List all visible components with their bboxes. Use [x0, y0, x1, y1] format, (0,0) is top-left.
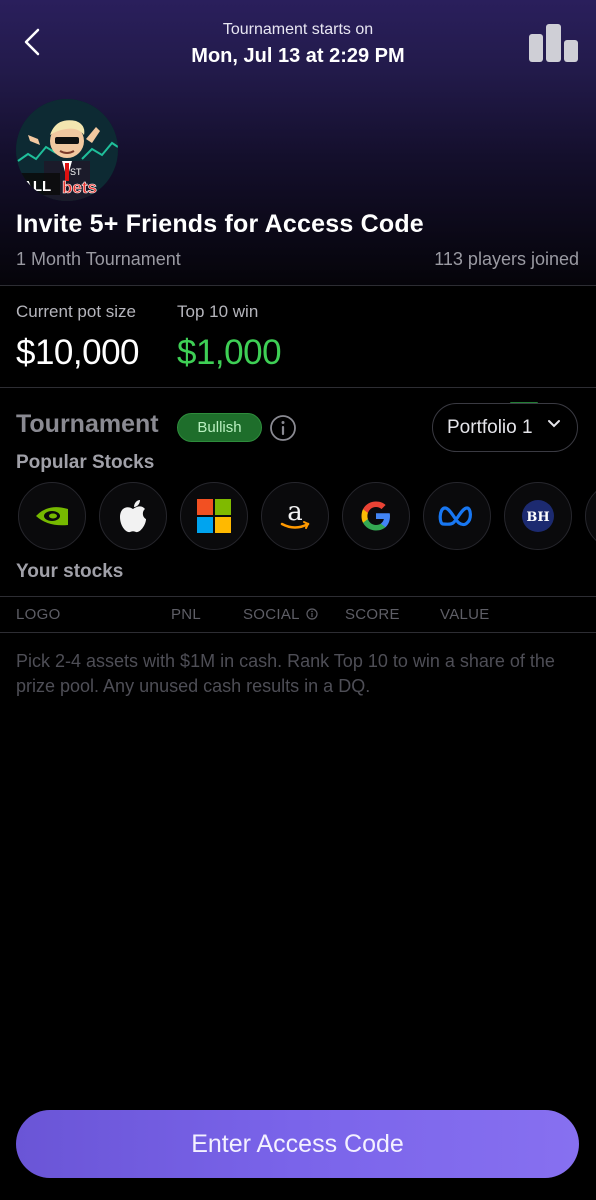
nvidia-logo-icon — [36, 507, 68, 526]
info-icon — [270, 415, 296, 441]
start-date: Mon, Jul 13 at 2:29 PM — [191, 45, 405, 67]
meta-logo-icon — [438, 506, 472, 527]
divider — [0, 596, 596, 597]
stock-nvidia[interactable] — [18, 482, 86, 550]
top-win-label: Top 10 win — [177, 302, 259, 321]
empty-hint: Pick 2-4 assets with $1M in cash. Rank T… — [16, 651, 555, 696]
pot-size-label: Current pot size — [16, 302, 136, 321]
popular-stocks-label: Popular Stocks — [16, 452, 155, 473]
column-logo: LOGO — [16, 606, 61, 623]
portfolio-dropdown[interactable]: Portfolio 1 — [432, 403, 578, 452]
tournament-title: Invite 5+ Friends for Access Code — [16, 210, 424, 238]
leaderboard-button[interactable] — [528, 22, 580, 64]
column-score: SCORE — [345, 606, 400, 623]
microsoft-logo-icon — [197, 499, 231, 533]
column-pnl: PNL — [171, 606, 202, 623]
bar-chart-icon — [529, 24, 578, 62]
popular-stocks-row: a BH — [16, 481, 596, 551]
stock-google[interactable] — [342, 482, 410, 550]
start-label: Tournament starts on — [222, 21, 374, 38]
stock-meta[interactable] — [423, 482, 491, 550]
avatar-sign-text-3: bets — [62, 178, 97, 197]
column-social: SOCIAL — [243, 606, 318, 623]
tournament-avatar: ALL ST bets — [16, 99, 118, 201]
stock-apple[interactable] — [99, 482, 167, 550]
tournament-start-info: Tournament starts on Mon, Jul 13 at 2:29… — [120, 20, 476, 71]
back-button[interactable] — [14, 22, 50, 62]
chevron-left-icon — [24, 28, 40, 56]
your-stocks-label: Your stocks — [16, 561, 124, 582]
info-button[interactable] — [269, 414, 297, 442]
divider — [0, 285, 596, 286]
amazon-logo-icon: a — [280, 498, 310, 529]
players-joined: 113 players joined — [434, 249, 579, 269]
bh-logo-icon: BH — [522, 500, 554, 532]
tournament-duration: 1 Month Tournament — [16, 249, 181, 269]
enter-access-code-button[interactable]: Enter Access Code — [16, 1110, 579, 1178]
info-icon[interactable] — [306, 608, 318, 620]
bh-logo-text: BH — [526, 510, 549, 525]
divider — [0, 632, 596, 633]
column-social-label: SOCIAL — [243, 606, 300, 623]
svg-text:a: a — [287, 498, 303, 527]
avatar-sign-text-2: ST — [70, 167, 82, 177]
sentiment-badge: Bullish — [177, 413, 262, 442]
google-logo-icon — [361, 501, 390, 531]
top-win-value: $1,000 — [177, 333, 282, 372]
column-value: VALUE — [440, 606, 490, 623]
chevron-down-icon — [548, 420, 560, 428]
stock-bh[interactable]: BH — [504, 482, 572, 550]
divider — [0, 387, 596, 388]
pot-size-value: $10,000 — [16, 333, 140, 372]
section-title: Tournament — [16, 410, 159, 438]
stock-microsoft[interactable] — [180, 482, 248, 550]
stock-amazon[interactable]: a — [261, 482, 329, 550]
wallstreetbets-avatar-icon: ALL ST bets — [16, 99, 118, 201]
stock-next[interactable] — [585, 482, 596, 550]
portfolio-selected: Portfolio 1 — [447, 416, 533, 438]
apple-logo-icon — [120, 500, 146, 533]
